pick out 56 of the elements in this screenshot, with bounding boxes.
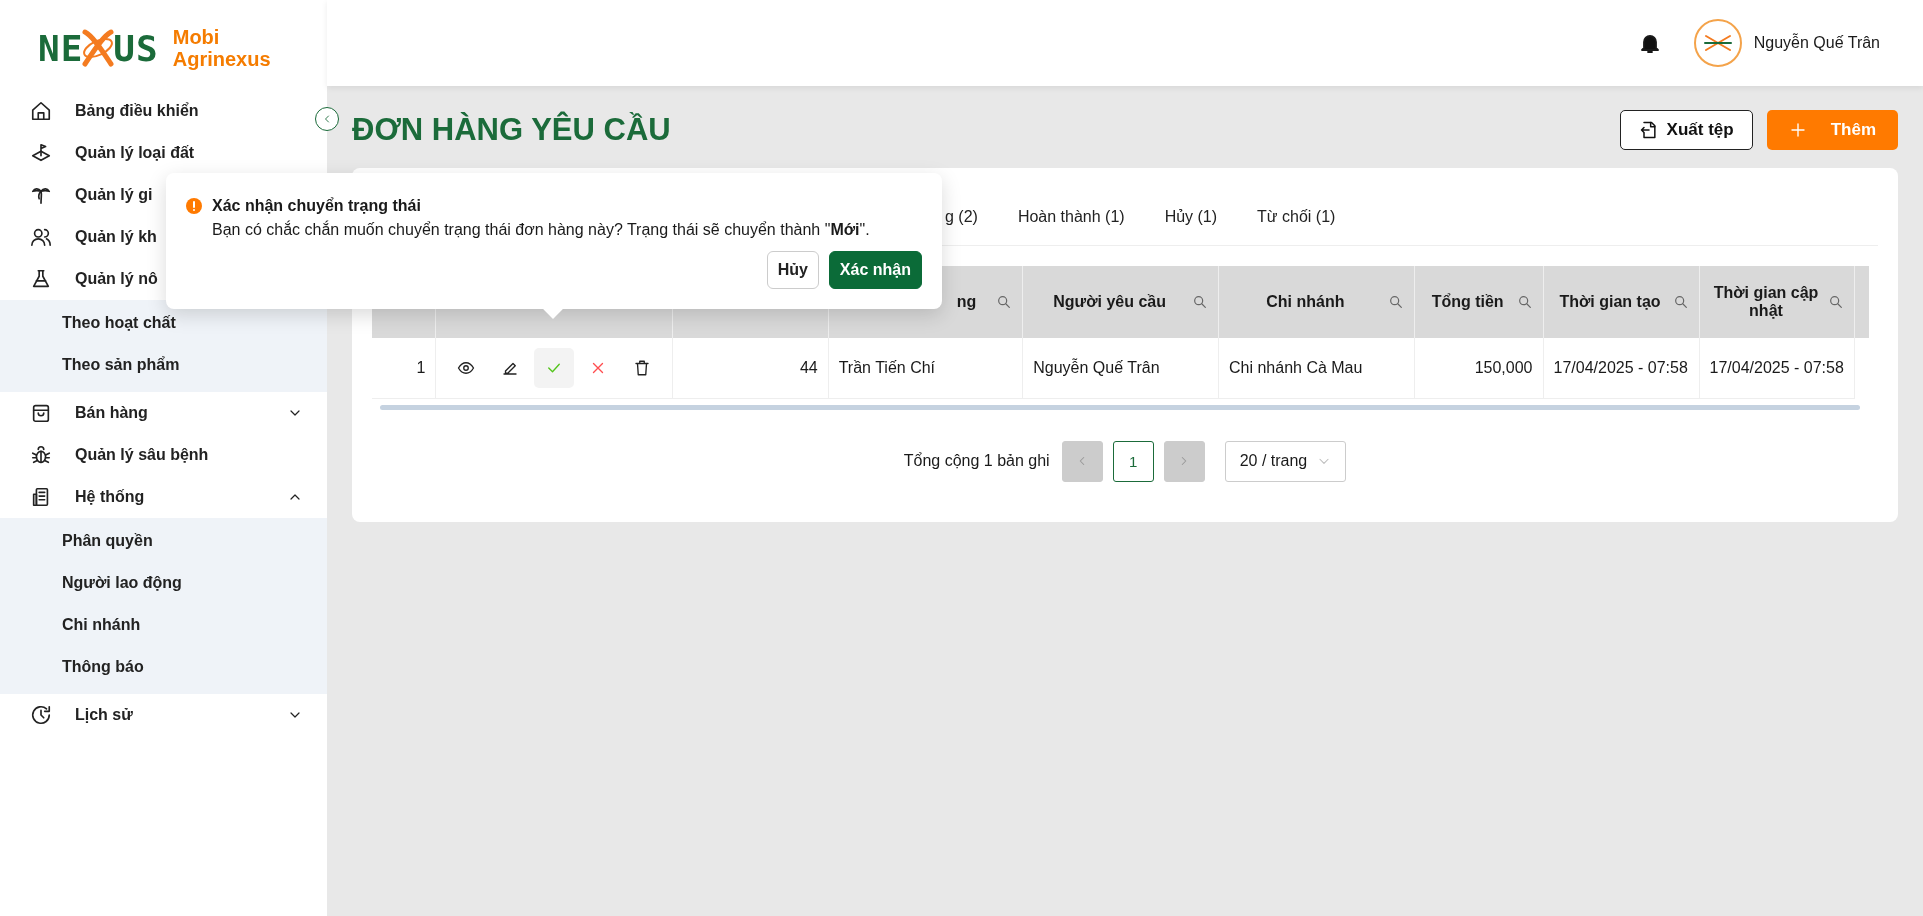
sidebar-item[interactable]: Hệ thống bbox=[0, 476, 313, 518]
sidebar-item[interactable]: Bảng điều khiển bbox=[0, 90, 313, 132]
sidebar-subitem[interactable]: Thông báo bbox=[0, 646, 327, 688]
exclamation-mark-icon bbox=[192, 201, 196, 211]
home-icon bbox=[30, 100, 52, 122]
table-header: Chi nhánh bbox=[1218, 266, 1415, 338]
tab[interactable]: Hủy (1) bbox=[1164, 207, 1218, 226]
sidebar-item[interactable]: Quản lý loại đất bbox=[0, 132, 313, 174]
shopping-bag-icon bbox=[30, 402, 52, 424]
popconfirm-title: Xác nhận chuyển trạng thái bbox=[212, 197, 421, 215]
plus-icon bbox=[1788, 121, 1807, 139]
app-name: Mobi bbox=[172, 26, 221, 48]
table-header: Tổng tiền bbox=[1414, 266, 1543, 338]
table-header: Thời gian tạo bbox=[1543, 266, 1699, 338]
logo-text: US bbox=[113, 27, 159, 69]
sidebar-item[interactable]: Lịch sử bbox=[0, 694, 313, 736]
cancel-button[interactable]: Hủy bbox=[766, 251, 819, 289]
logo-text: NE bbox=[38, 27, 84, 69]
sidebar-subitem[interactable]: Theo sản phẩm bbox=[0, 344, 327, 386]
sidebar-subitem[interactable]: Chi nhánh bbox=[0, 604, 327, 646]
table-cell: Trần Tiến Chí bbox=[828, 338, 1023, 398]
table-header: Người yêu cầu bbox=[1022, 266, 1219, 338]
file-export-icon bbox=[1638, 120, 1659, 140]
page-size-select[interactable]: 20 / trang bbox=[1224, 440, 1347, 482]
table-cell: 44 bbox=[672, 338, 829, 398]
table-cell: 1 bbox=[372, 338, 436, 398]
popconfirm-message: Bạn có chắc chắn muốn chuyển trạng thái đơn hàng này? Trạng thái sẽ chuyển thành "Mới". bbox=[212, 221, 871, 239]
sidebar-item[interactable]: Quản lý nô bbox=[0, 258, 313, 300]
land-plot-icon bbox=[30, 142, 52, 164]
logo-icon bbox=[1702, 33, 1733, 53]
sidebar-item[interactable]: Quản lý sâu bệnh bbox=[0, 434, 313, 476]
page-button[interactable]: 1 bbox=[1112, 440, 1154, 482]
user-name: Nguyễn Quế Trân bbox=[1753, 34, 1880, 52]
table-cell: 150,000 bbox=[1414, 338, 1543, 398]
app-name: Agrinexus bbox=[172, 48, 271, 70]
page-title: ĐƠN HÀNG YÊU CẦU bbox=[352, 112, 671, 148]
sidebar-subitem[interactable]: Phân quyền bbox=[0, 520, 327, 562]
flask-icon bbox=[30, 268, 52, 290]
total-count: Tổng cộng 1 bản ghi bbox=[903, 452, 1050, 470]
trash-icon bbox=[633, 358, 652, 377]
export-button[interactable]: Xuất tệp bbox=[1619, 110, 1753, 150]
table-cell: Chi nhánh Cà Mau bbox=[1218, 338, 1415, 398]
tab[interactable]: Hoàn thành (1) bbox=[1017, 207, 1125, 226]
table-cell: Nguyễn Quế Trân bbox=[1022, 338, 1219, 398]
table-cell: 17/04/2025 - 07:58 bbox=[1543, 338, 1699, 398]
logo-x-icon bbox=[81, 28, 116, 68]
tab[interactable]: Từ chối (1) bbox=[1257, 207, 1336, 226]
confirm-button[interactable]: Xác nhận bbox=[828, 251, 922, 289]
sidebar-subitem[interactable]: Người lao động bbox=[0, 562, 327, 604]
bug-icon bbox=[30, 444, 52, 466]
sidebar-item[interactable]: Bán hàng bbox=[0, 392, 313, 434]
users-icon bbox=[30, 226, 52, 248]
table-header: Thời gian cập nhật bbox=[1699, 266, 1855, 338]
tab[interactable]: g (2) bbox=[945, 207, 978, 226]
history-icon bbox=[30, 704, 52, 726]
table-cell: 17/04/2025 - 07:58 bbox=[1699, 338, 1855, 398]
